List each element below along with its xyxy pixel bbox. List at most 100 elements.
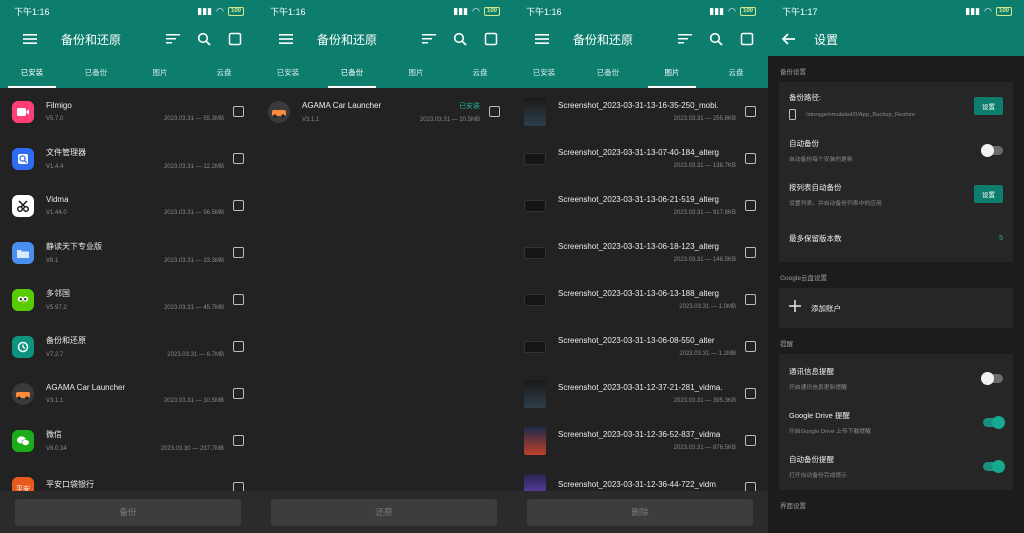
settings-toggle[interactable]	[983, 415, 1005, 429]
app-info: 多邻国 V5.97.2 2023.03.31 — 45.7MB	[46, 288, 224, 311]
row-checkbox[interactable]	[233, 294, 244, 305]
row-checkbox[interactable]	[745, 482, 756, 491]
row-checkbox[interactable]	[745, 294, 756, 305]
list-item[interactable]: Filmigo V5.7.0 2023.03.31 — 55.3MB	[0, 88, 256, 135]
list-item[interactable]: Screenshot_2023-03-31-12-36-44-722_vidm	[512, 464, 768, 491]
row-checkbox[interactable]	[745, 341, 756, 352]
settings-row[interactable]: 自动备份 自动备份每个安装的更新	[779, 128, 1013, 172]
list-item[interactable]: Screenshot_2023-03-31-12-37-21-281_vidma…	[512, 370, 768, 417]
bottom-bar: 备份	[0, 491, 256, 533]
app-version: V8.0.34	[46, 446, 67, 452]
tab-installed[interactable]: 已安装	[256, 56, 320, 88]
settings-label: 按列表自动备份	[789, 182, 842, 192]
row-checkbox[interactable]	[489, 106, 500, 117]
tab-cloud[interactable]: 云盘	[704, 56, 768, 88]
settings-label: 最多保留版本数	[789, 233, 842, 243]
tab-installed[interactable]: 已安装	[0, 56, 64, 88]
list-item[interactable]: Screenshot_2023-03-31-13-06-21-519_alter…	[512, 182, 768, 229]
settings-set-button[interactable]: 设置	[974, 97, 1003, 115]
select-all-icon[interactable]	[736, 28, 758, 50]
settings-row[interactable]: 备份路径: /storage/emulated/0/App_Backup_Rest…	[779, 84, 1013, 128]
list-item[interactable]: AGAMA Car Launcher V3.1.1 2023.03.31 — 10.…	[0, 370, 256, 417]
tab-backed-up[interactable]: 已备份	[64, 56, 128, 88]
list-item[interactable]: Screenshot_2023-03-31-13-16-35-250_mobi.…	[512, 88, 768, 135]
list-item[interactable]: 静读天下专业版 V8.1 2023.03.31 — 33.3MB	[0, 229, 256, 276]
backup-button[interactable]: 备份	[15, 498, 241, 526]
image-info: Screenshot_2023-03-31-13-06-18-123_alter…	[558, 242, 736, 263]
settings-row[interactable]: 添加账户	[779, 290, 1013, 326]
settings-toggle[interactable]	[981, 371, 1003, 385]
status-time: 下午1:16	[526, 6, 562, 17]
tab-images[interactable]: 图片	[384, 56, 448, 88]
settings-toggle[interactable]	[983, 459, 1005, 473]
settings-row[interactable]: 按列表自动备份 设置列表，并自动备份列表中的应用 设置	[779, 172, 1013, 216]
list-item[interactable]: Screenshot_2023-03-31-13-06-13-188_alter…	[512, 276, 768, 323]
settings-text: 通讯信息提醒 开启通讯信息更新提醒	[789, 366, 983, 391]
status-bar: 下午1:16 ▮▮▮ ◠ 100	[512, 0, 768, 22]
list-item[interactable]: Screenshot_2023-03-31-13-06-18-123_alter…	[512, 229, 768, 276]
settings-set-button[interactable]: 设置	[974, 185, 1003, 203]
image-sub: 2023.03.31 — 917.8KB	[558, 210, 736, 216]
row-checkbox[interactable]	[233, 200, 244, 211]
tab-backed-up[interactable]: 已备份	[320, 56, 384, 88]
bank-icon: 平安	[12, 476, 34, 491]
back-arrow-icon[interactable]	[778, 28, 800, 50]
settings-row[interactable]: Google Drive 提醒 开启Google Drive 上传下载提醒	[779, 400, 1013, 444]
list-item[interactable]: 文件管理器 V1.4.4 2023.03.31 — 12.2MB	[0, 135, 256, 182]
list-item[interactable]: 多邻国 V5.97.2 2023.03.31 — 45.7MB	[0, 276, 256, 323]
list-item[interactable]: Screenshot_2023-03-31-13-07-40-184_alter…	[512, 135, 768, 182]
select-all-icon[interactable]	[480, 28, 502, 50]
row-checkbox[interactable]	[233, 482, 244, 491]
row-checkbox[interactable]	[745, 106, 756, 117]
signal-icon: ▮▮▮	[965, 5, 981, 16]
search-icon[interactable]	[193, 28, 215, 50]
restore-button[interactable]: 还原	[271, 498, 497, 526]
row-checkbox[interactable]	[233, 341, 244, 352]
list-item[interactable]: Vidma V1.44.0 2023.03.31 — 56.5MB	[0, 182, 256, 229]
list-item[interactable]: Screenshot_2023-03-31-13-06-08-550_alter…	[512, 323, 768, 370]
row-checkbox[interactable]	[233, 435, 244, 446]
settings-row[interactable]: 自动备份提醒 打开自动备份完成提示	[779, 444, 1013, 488]
tab-backed-up[interactable]: 已备份	[576, 56, 640, 88]
app-name: 多邻国	[46, 289, 70, 298]
row-checkbox[interactable]	[233, 153, 244, 164]
list-item[interactable]: 备份和还原 V7.2.7 2023.03.31 — 6.7MB	[0, 323, 256, 370]
sort-icon[interactable]	[418, 28, 440, 50]
plus-icon[interactable]	[789, 299, 801, 317]
tab-cloud[interactable]: 云盘	[192, 56, 256, 88]
row-checkbox[interactable]	[233, 106, 244, 117]
tab-installed[interactable]: 已安装	[512, 56, 576, 88]
sort-icon[interactable]	[162, 28, 184, 50]
select-all-icon[interactable]	[224, 28, 246, 50]
list-item[interactable]: Screenshot_2023-03-31-12-36-52-837_vidma…	[512, 417, 768, 464]
restore-icon	[12, 335, 34, 358]
row-checkbox[interactable]	[233, 388, 244, 399]
row-checkbox[interactable]	[745, 200, 756, 211]
search-icon[interactable]	[705, 28, 727, 50]
list-item[interactable]: 微信 V8.0.34 2023.03.30 — 237.7MB	[0, 417, 256, 464]
row-checkbox[interactable]	[745, 247, 756, 258]
row-checkbox[interactable]	[745, 153, 756, 164]
menu-icon[interactable]	[275, 28, 297, 50]
status-time: 下午1:16	[270, 6, 306, 17]
list-item[interactable]: AGAMA Car Launcher 已安装 V3.1.1 2023.03.31…	[256, 88, 512, 135]
row-checkbox[interactable]	[745, 435, 756, 446]
sort-icon[interactable]	[674, 28, 696, 50]
folder-icon	[12, 241, 34, 264]
list-item[interactable]: 平安 平安口袋银行	[0, 464, 256, 491]
row-checkbox[interactable]	[745, 388, 756, 399]
tab-images[interactable]: 图片	[128, 56, 192, 88]
max-versions-value[interactable]: 5	[999, 235, 1003, 242]
image-name: Screenshot_2023-03-31-12-36-44-722_vidm	[558, 480, 716, 489]
settings-row[interactable]: 通讯信息提醒 开启通讯信息更新提醒	[779, 356, 1013, 400]
settings-toggle[interactable]	[981, 143, 1003, 157]
settings-label: 自动备份提醒	[789, 454, 834, 464]
menu-icon[interactable]	[19, 28, 41, 50]
tab-cloud[interactable]: 云盘	[448, 56, 512, 88]
row-checkbox[interactable]	[233, 247, 244, 258]
settings-row[interactable]: 最多保留版本数 5	[779, 216, 1013, 260]
menu-icon[interactable]	[531, 28, 553, 50]
search-icon[interactable]	[449, 28, 471, 50]
delete-button[interactable]: 删除	[527, 498, 753, 526]
tab-images[interactable]: 图片	[640, 56, 704, 88]
